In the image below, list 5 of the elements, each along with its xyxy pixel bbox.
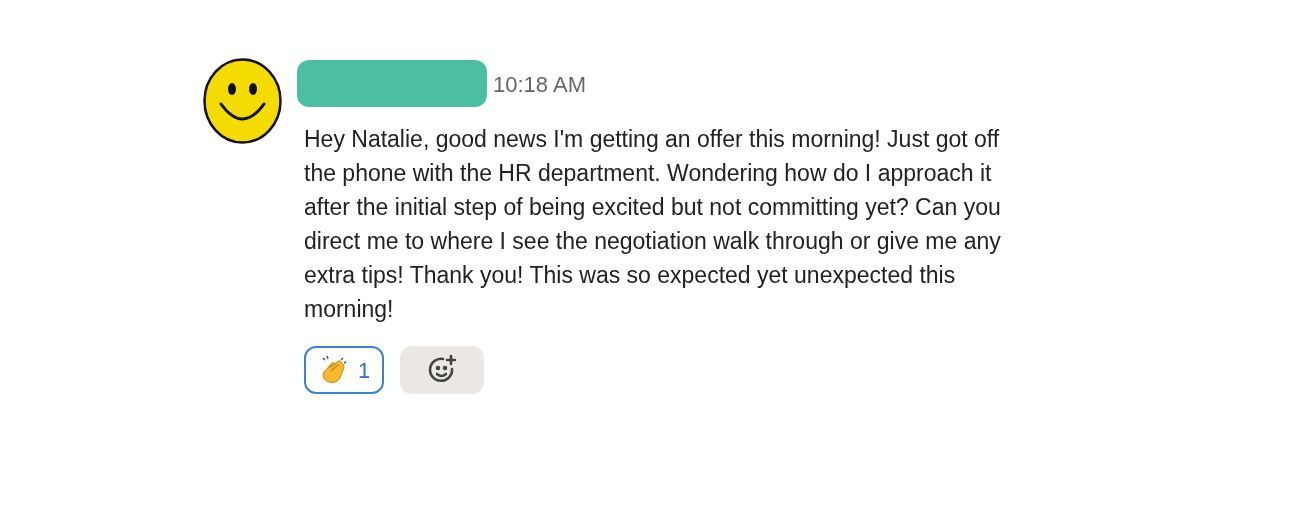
- timestamp: 10:18 AM: [493, 70, 586, 99]
- smiley-icon: [203, 58, 282, 144]
- reaction-button[interactable]: 1: [304, 346, 385, 394]
- add-reaction-button[interactable]: [400, 346, 485, 394]
- message-text: Hey Natalie, good news I'm getting an offer this morning! Just got off the phone with the HR department. Wondering how do I approach it after the initial step of being excited but not committing yet? Can you direct me to where I see the negotiation walk through or give me any extra tips! Thank you! This was so expected yet unexpected this morning!: [303, 125, 1002, 324]
